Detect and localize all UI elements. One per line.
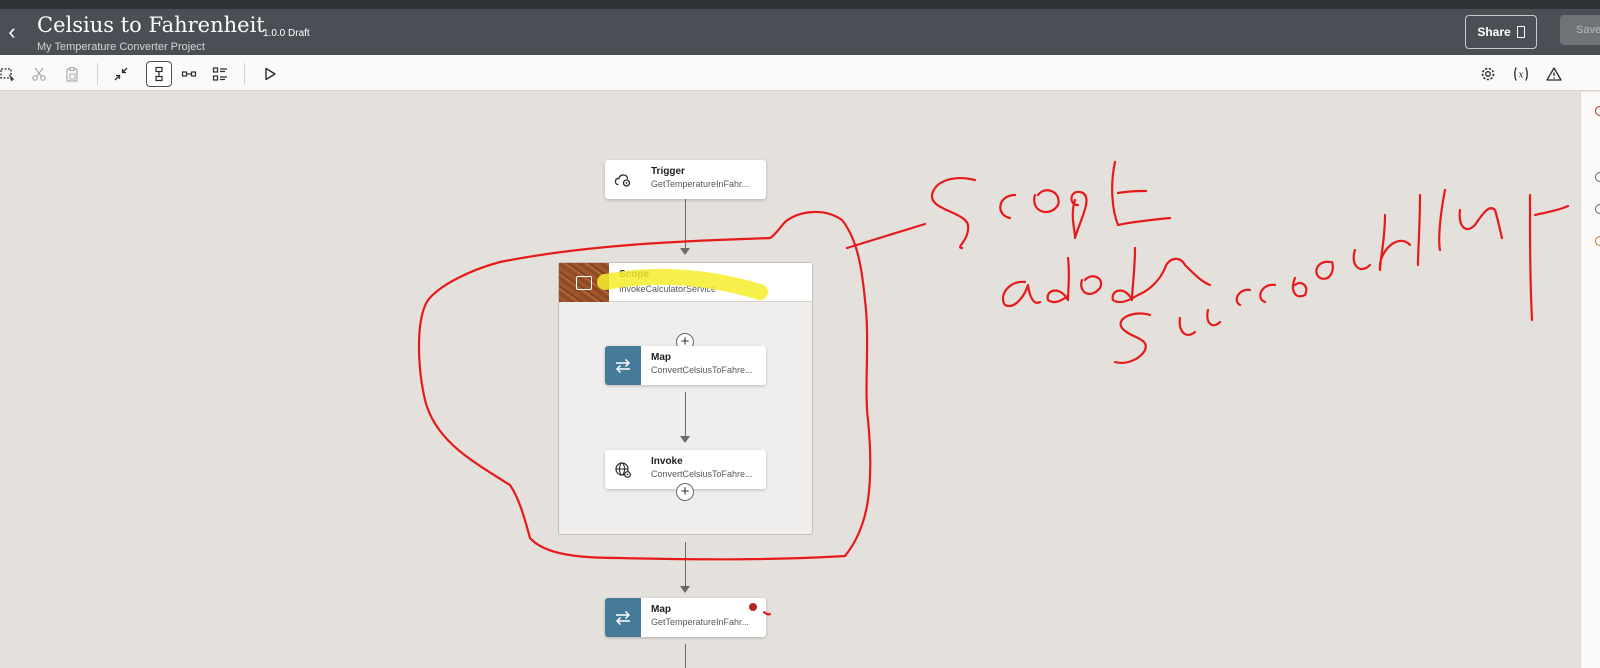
map-outer-title: Map	[651, 604, 671, 615]
rail-error-icon[interactable]	[1595, 106, 1600, 116]
share-button[interactable]: Share	[1465, 15, 1537, 49]
connector-line	[685, 542, 686, 588]
trigger-title: Trigger	[651, 166, 685, 177]
canvas-toolbar: x	[0, 55, 1600, 91]
add-action-plus-icon[interactable]: +	[676, 483, 694, 501]
settings-gear-icon[interactable]	[1475, 61, 1501, 87]
version-badge: 1.0.0 Draft	[263, 28, 310, 39]
horizontal-layout-icon[interactable]	[176, 61, 202, 87]
error-badge-icon[interactable]	[748, 602, 758, 612]
map-node-inner[interactable]: Map ConvertCelsiusToFahre...	[605, 346, 766, 385]
paste-icon[interactable]	[59, 61, 85, 87]
variables-icon[interactable]: x	[1508, 61, 1534, 87]
connector-line	[685, 199, 686, 249]
collapse-icon[interactable]	[108, 61, 134, 87]
right-side-rail	[1580, 92, 1600, 668]
invoke-subtitle: ConvertCelsiusToFahre...	[651, 469, 753, 479]
project-subtitle: My Temperature Converter Project	[37, 41, 205, 53]
map-arrows-icon	[605, 598, 641, 637]
toolbar-separator	[244, 63, 245, 85]
connector-line	[685, 392, 686, 438]
vertical-layout-icon[interactable]	[146, 61, 172, 87]
map-arrows-icon	[605, 346, 641, 385]
scope-title: Scope	[619, 269, 650, 280]
cut-icon[interactable]	[26, 61, 52, 87]
toolbar-separator	[97, 63, 98, 85]
back-chevron-icon[interactable]: ‹	[2, 20, 22, 44]
rail-variables-icon[interactable]	[1595, 172, 1600, 182]
map-inner-subtitle: ConvertCelsiusToFahre...	[651, 365, 753, 375]
scope-subtitle: InvokeCalculatorService	[619, 284, 717, 294]
share-label: Share	[1477, 25, 1511, 39]
app-header: ‹ Celsius to Fahrenheit 1.0.0 Draft My T…	[0, 9, 1600, 55]
list-view-icon[interactable]	[207, 61, 233, 87]
trigger-node[interactable]: Trigger GetTemperatureInFahr...	[605, 160, 766, 199]
map-inner-title: Map	[651, 352, 671, 363]
window-top-strip	[0, 0, 1600, 9]
select-area-icon[interactable]	[0, 61, 20, 87]
scope-header[interactable]: Scope InvokeCalculatorService	[559, 263, 812, 302]
connector-line	[685, 644, 686, 668]
invoke-title: Invoke	[651, 456, 683, 467]
save-button[interactable]: Save	[1560, 15, 1600, 45]
globe-invoke-icon	[605, 450, 641, 489]
page-title: Celsius to Fahrenheit	[37, 13, 265, 37]
rail-info-icon[interactable]	[1595, 204, 1600, 214]
cloud-trigger-icon	[605, 160, 641, 199]
trigger-subtitle: GetTemperatureInFahr...	[651, 179, 750, 189]
warning-icon[interactable]	[1541, 61, 1567, 87]
map-outer-subtitle: GetTemperatureInFahr...	[651, 617, 750, 627]
rail-status-icon[interactable]	[1595, 236, 1600, 246]
svg-text:x: x	[1518, 71, 1523, 81]
scope-icon	[559, 263, 609, 302]
connector-arrowhead	[680, 436, 690, 443]
connector-arrowhead	[680, 586, 690, 593]
connector-arrowhead	[680, 248, 690, 255]
device-icon	[1516, 26, 1525, 38]
map-node-outer[interactable]: Map GetTemperatureInFahr...	[605, 598, 766, 637]
play-test-icon[interactable]	[257, 61, 283, 87]
